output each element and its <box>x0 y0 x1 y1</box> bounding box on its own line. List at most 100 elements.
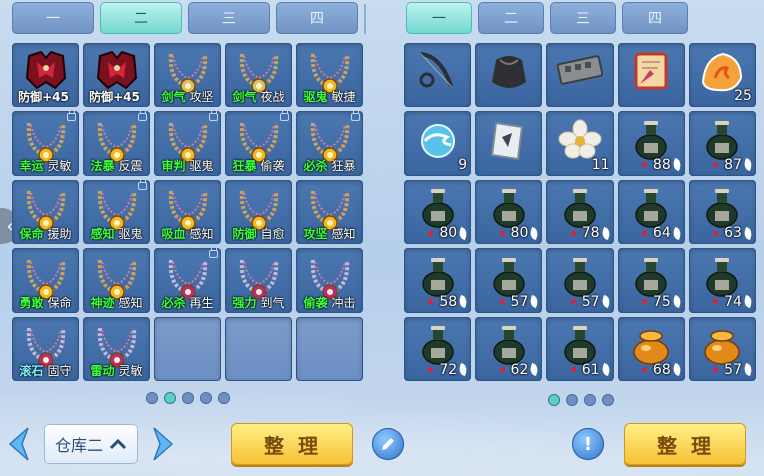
warehouse-slot[interactable]: 狂暴 偷袭 <box>225 111 292 176</box>
inventory-slot[interactable] <box>475 43 543 108</box>
inventory-slot[interactable]: 78 <box>546 179 614 245</box>
inventory-tab-2[interactable]: 二 <box>478 2 544 34</box>
red-dot-icon <box>428 299 434 305</box>
inventory-slot[interactable]: 88 <box>617 111 685 176</box>
sort-inventory-button[interactable]: 整理 <box>624 423 746 465</box>
attribute-secondary: 狂暴 <box>331 158 356 173</box>
next-warehouse-arrow-icon[interactable] <box>150 424 178 464</box>
inventory-tab-1[interactable]: 一 <box>406 2 472 34</box>
attribute-secondary: 驱鬼 <box>118 227 143 242</box>
item-attributes: 防御+45 <box>83 88 150 105</box>
edit-button[interactable] <box>372 428 404 460</box>
warehouse-tab-3[interactable]: 三 <box>188 2 270 34</box>
inventory-slot[interactable]: 57 <box>475 248 543 313</box>
prev-warehouse-arrow-icon[interactable] <box>4 424 32 464</box>
lock-icon <box>67 111 76 122</box>
warehouse-slot[interactable]: 幸运 灵敏 <box>12 111 79 176</box>
warehouse-slot[interactable]: 吸血 感知 <box>154 179 221 245</box>
item-count-badge: 80 <box>428 225 469 241</box>
leaf-icon <box>457 226 469 240</box>
inventory-slot[interactable]: 75 <box>617 248 685 313</box>
page-dot[interactable] <box>548 394 560 406</box>
inventory-slot[interactable]: 9 <box>404 111 472 176</box>
warehouse-slot[interactable]: 保命 援助 <box>12 179 79 245</box>
item-count-badge: 87 <box>713 157 754 173</box>
item-attributes: 攻坚 感知 <box>296 225 363 242</box>
warehouse-slot[interactable]: 审判 驱鬼 <box>154 111 221 176</box>
warehouse-slot[interactable]: 神迹 感知 <box>83 248 150 313</box>
inventory-slot[interactable]: 25 <box>688 43 756 108</box>
item-count-badge: 80 <box>499 225 541 241</box>
page-dot[interactable] <box>602 394 614 406</box>
page-dot[interactable] <box>182 392 194 404</box>
page-dot[interactable] <box>218 392 230 404</box>
attribute-primary: 必杀 <box>303 158 328 173</box>
attribute-secondary: 驱鬼 <box>189 158 214 173</box>
warehouse-tab-4[interactable]: 四 <box>276 2 358 34</box>
inventory-slot[interactable] <box>617 43 685 108</box>
page-dot[interactable] <box>164 392 176 404</box>
inventory-slot[interactable] <box>475 111 543 176</box>
attribute-primary: 狂暴 <box>232 158 257 173</box>
warehouse-slot[interactable]: 必杀 再生 <box>154 248 221 313</box>
page-dot[interactable] <box>566 394 578 406</box>
inventory-slot[interactable]: 72 <box>404 316 472 381</box>
attribute-primary: 偷袭 <box>303 295 328 310</box>
inventory-slot[interactable] <box>546 43 614 108</box>
warehouse-slot[interactable]: 防御+45 <box>83 43 150 108</box>
warehouse-slot[interactable]: 法暴 反震 <box>83 111 150 176</box>
inventory-slot[interactable]: 61 <box>546 316 614 381</box>
warehouse-slot[interactable]: 滚石 固守 <box>12 316 79 381</box>
warehouse-slot[interactable] <box>296 316 363 381</box>
red-dot-icon <box>499 367 505 373</box>
inventory-slot[interactable]: 62 <box>475 316 543 381</box>
item-attributes: 神迹 感知 <box>83 294 150 311</box>
inventory-slot[interactable]: 57 <box>546 248 614 313</box>
warehouse-slot[interactable]: 剑气 夜战 <box>225 43 292 108</box>
item-count: 9 <box>458 156 468 173</box>
info-button[interactable]: ! <box>572 428 604 460</box>
pouch-icon <box>491 56 526 89</box>
inventory-slot[interactable] <box>404 43 472 108</box>
item-count-badge: 57 <box>713 362 754 378</box>
warehouse-slot[interactable]: 防御+45 <box>12 43 79 108</box>
inventory-tab-3[interactable]: 三 <box>550 2 616 34</box>
page-dot[interactable] <box>584 394 596 406</box>
warehouse-slot[interactable]: 感知 驱鬼 <box>83 179 150 245</box>
warehouse-slot[interactable]: 必杀 狂暴 <box>296 111 363 176</box>
item-count: 74 <box>724 293 742 310</box>
bow-icon <box>419 52 453 88</box>
page-dot[interactable] <box>200 392 212 404</box>
inventory-slot[interactable]: 58 <box>404 248 472 313</box>
warehouse-slot[interactable]: 驱鬼 敏捷 <box>296 43 363 108</box>
warehouse-slot[interactable] <box>154 316 221 381</box>
inventory-slot[interactable]: 80 <box>404 179 472 245</box>
inventory-tab-4[interactable]: 四 <box>622 2 688 34</box>
warehouse-slot[interactable]: 勇敢 保命 <box>12 248 79 313</box>
warehouse-slot[interactable]: 剑气 攻坚 <box>154 43 221 108</box>
warehouse-slot[interactable]: 攻坚 感知 <box>296 179 363 245</box>
warehouse-slot[interactable]: 强力 到气 <box>225 248 292 313</box>
inventory-slot[interactable]: 80 <box>475 179 543 245</box>
item-count: 78 <box>581 225 600 242</box>
warehouse-selector[interactable]: 仓库二 <box>44 424 138 464</box>
warehouse-slot[interactable] <box>225 316 292 381</box>
item-attributes: 防御 自愈 <box>225 225 292 242</box>
inventory-slot[interactable]: 74 <box>688 248 756 313</box>
item-attributes: 必杀 狂暴 <box>296 157 363 174</box>
warehouse-tab-1[interactable]: 一 <box>12 2 94 34</box>
inventory-slot[interactable]: 64 <box>617 179 685 245</box>
inventory-slot[interactable]: 68 <box>617 316 685 381</box>
inventory-slot[interactable]: 87 <box>688 111 756 176</box>
inventory-slot[interactable]: 11 <box>546 111 614 176</box>
warehouse-slot[interactable]: 防御 自愈 <box>225 179 292 245</box>
warehouse-slot[interactable]: 雷动 灵敏 <box>83 316 150 381</box>
left-tab-bar: 一二三四 <box>12 2 358 34</box>
warehouse-slot[interactable]: 偷袭 冲击 <box>296 248 363 313</box>
warehouse-tab-2[interactable]: 二 <box>100 2 182 34</box>
inventory-slot[interactable]: 57 <box>688 316 756 381</box>
item-count: 88 <box>652 156 671 173</box>
sort-warehouse-button[interactable]: 整理 <box>231 423 353 465</box>
inventory-slot[interactable]: 63 <box>688 179 756 245</box>
page-dot[interactable] <box>146 392 158 404</box>
